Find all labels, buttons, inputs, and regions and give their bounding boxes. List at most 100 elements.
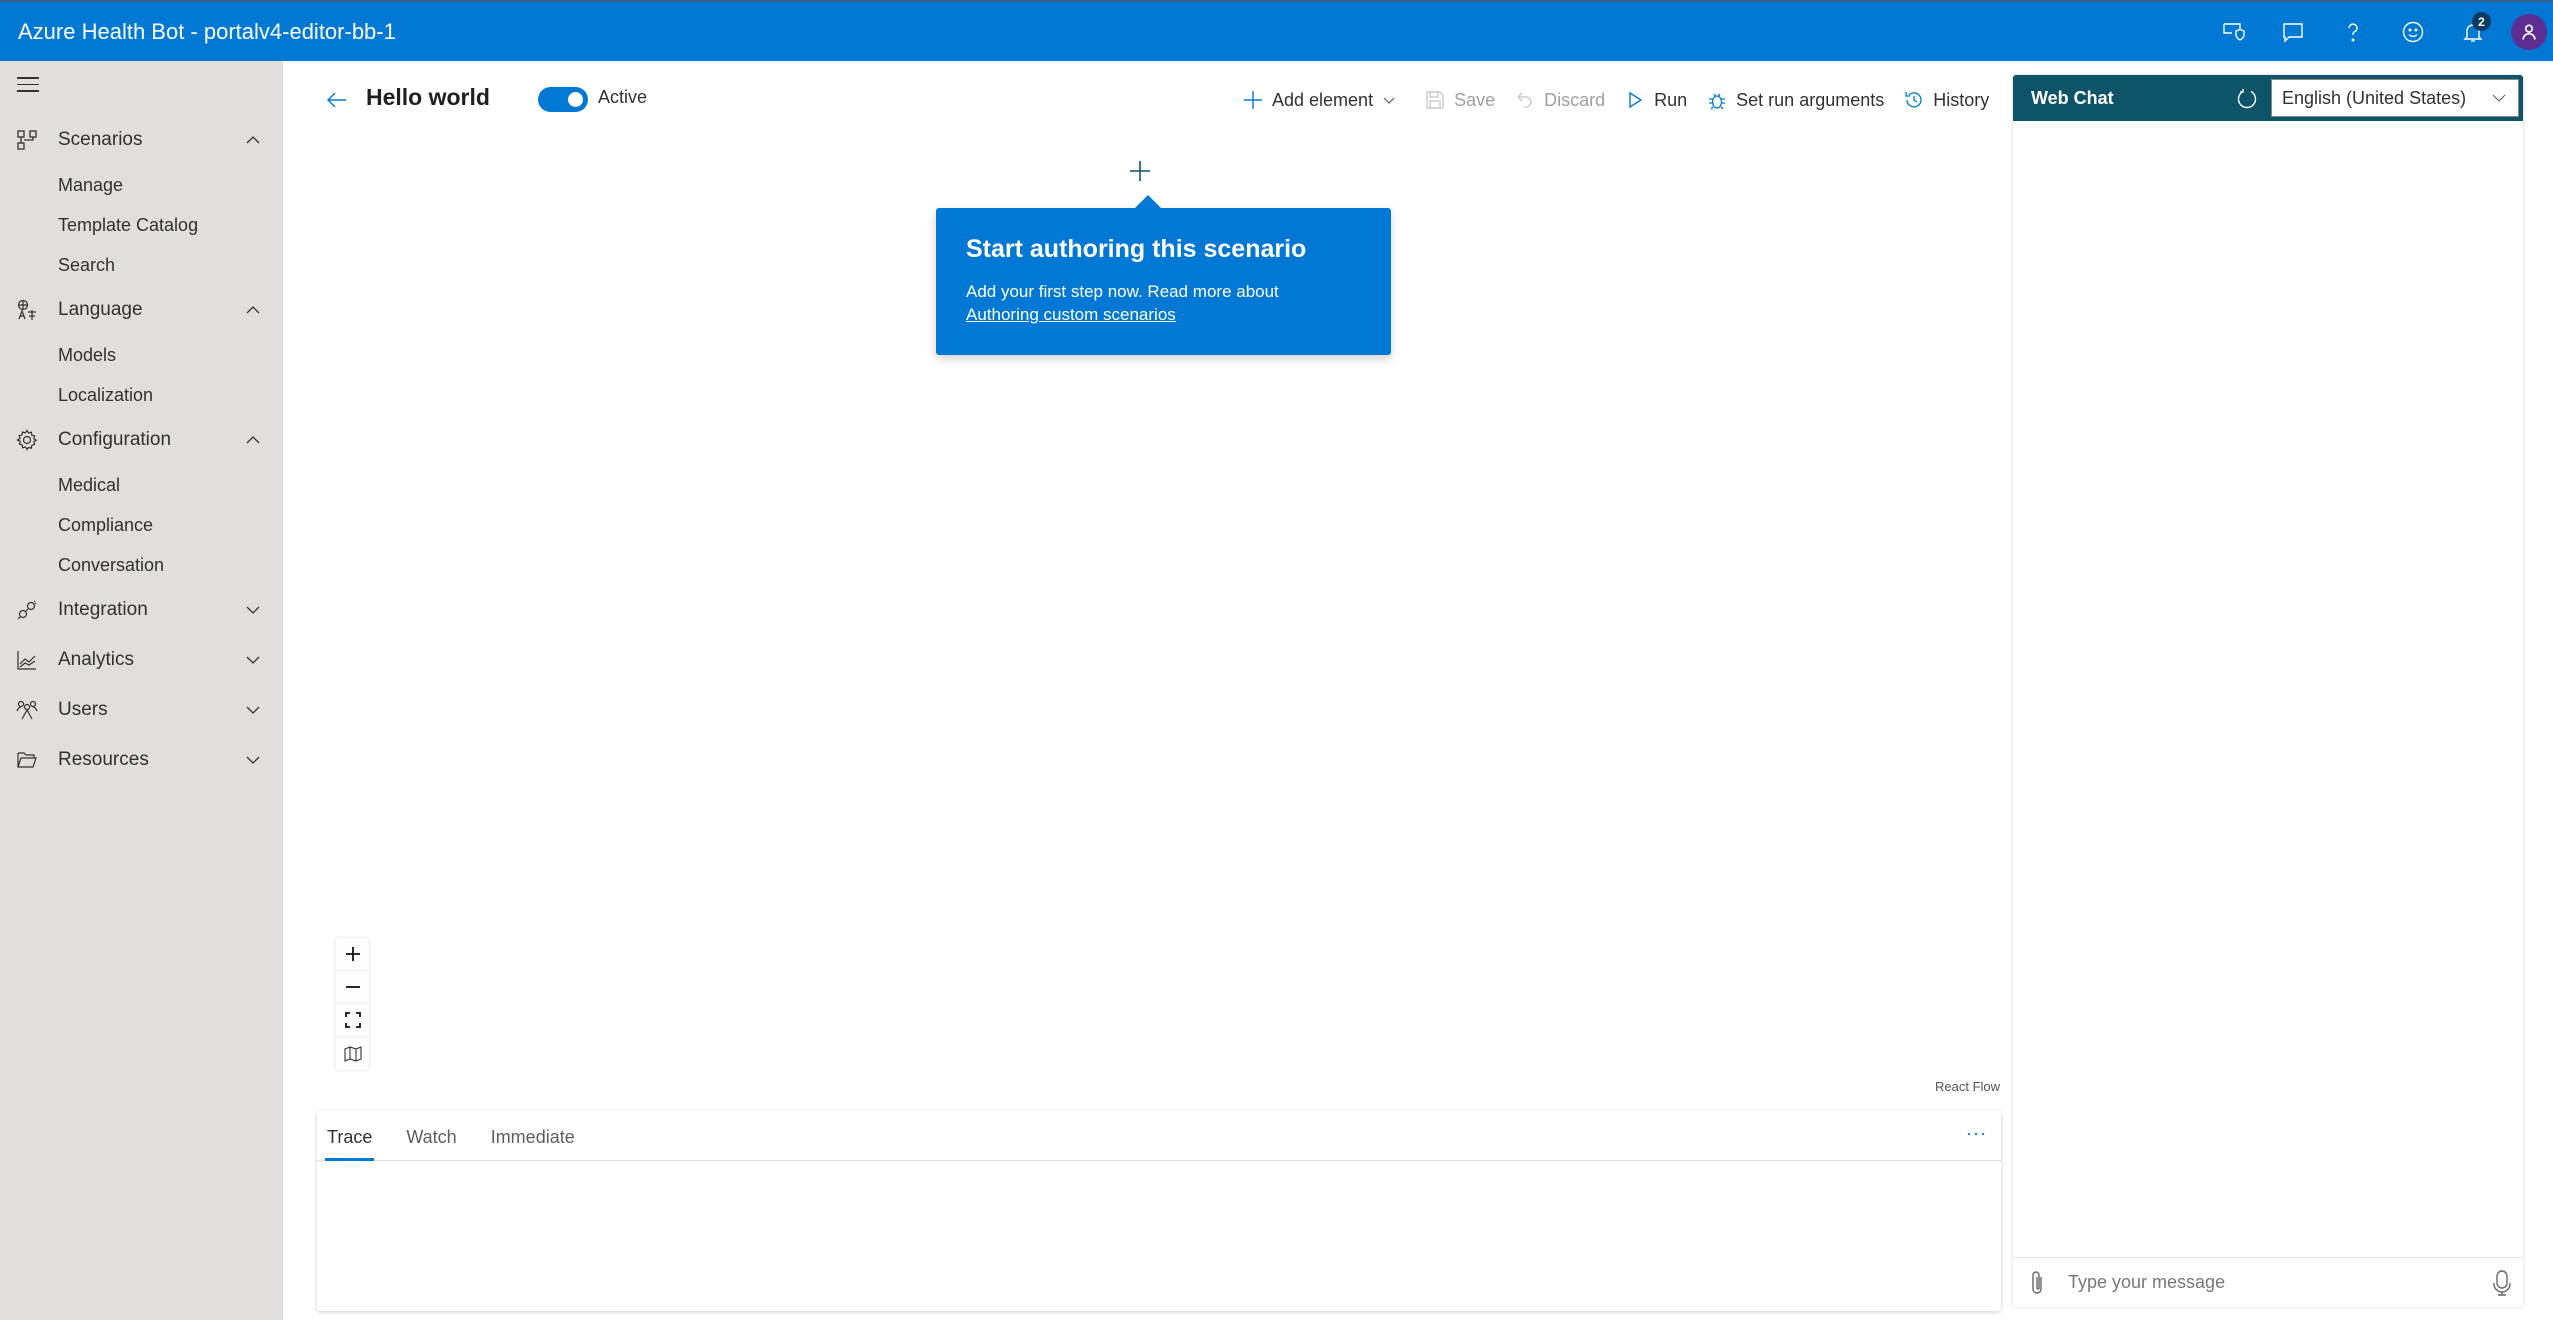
smiley-icon bbox=[2402, 21, 2424, 42]
sidebar-group-language[interactable]: Language bbox=[0, 285, 283, 335]
chevron-down-icon bbox=[2492, 94, 2506, 102]
chevron-up-icon[interactable] bbox=[244, 301, 262, 319]
sidebar-item-models[interactable]: Models bbox=[0, 335, 283, 375]
react-flow-attribution[interactable]: React Flow bbox=[1935, 1079, 2000, 1094]
sidebar-group-label: Users bbox=[58, 699, 108, 720]
web-chat-input-bar bbox=[2013, 1257, 2523, 1307]
shield-chat-button[interactable] bbox=[2203, 2, 2263, 61]
app-title: Azure Health Bot - portalv4-editor-bb-1 bbox=[18, 18, 396, 44]
sidebar-item-search[interactable]: Search bbox=[0, 245, 283, 285]
discard-label: Discard bbox=[1544, 89, 1606, 110]
fit-view-button[interactable] bbox=[336, 1004, 369, 1037]
add-element-button[interactable]: Add element bbox=[1243, 90, 1405, 111]
sidebar-group-configuration[interactable]: Configuration bbox=[0, 415, 283, 465]
help-button[interactable] bbox=[2323, 2, 2383, 61]
sidebar-group-label: Analytics bbox=[58, 649, 135, 670]
run-label: Run bbox=[1654, 89, 1688, 110]
discard-button[interactable]: Discard bbox=[1515, 90, 1605, 111]
history-icon bbox=[1905, 92, 1922, 108]
more-options-button[interactable]: ··· bbox=[1966, 1123, 1987, 1144]
teaching-bubble-text: Add your first step now. Read more about bbox=[966, 282, 1279, 301]
authoring-custom-scenarios-link[interactable]: Authoring custom scenarios bbox=[966, 305, 1176, 324]
chevron-up-icon[interactable] bbox=[244, 131, 262, 149]
person-icon bbox=[2522, 24, 2536, 40]
sidebar-group-label: Resources bbox=[58, 749, 149, 770]
language-icon bbox=[17, 299, 36, 320]
zoom-in-button[interactable] bbox=[336, 938, 369, 971]
menu-line bbox=[17, 90, 39, 92]
sidebar-group-resources[interactable]: Resources bbox=[0, 735, 283, 785]
chevron-up-icon[interactable] bbox=[244, 431, 262, 449]
sidebar-group-users[interactable]: Users bbox=[0, 685, 283, 735]
menu-line bbox=[17, 83, 39, 85]
paperclip-icon[interactable] bbox=[2026, 1270, 2048, 1296]
command-bar: Add element Save Discard Run Set run arg… bbox=[1243, 85, 2009, 115]
zoom-out-button[interactable] bbox=[336, 971, 369, 1004]
teaching-bubble: Start authoring this scenario Add your f… bbox=[936, 195, 1391, 355]
undo-icon bbox=[1517, 92, 1532, 108]
language-value: English (United States) bbox=[2282, 87, 2467, 108]
chevron-down-icon[interactable] bbox=[244, 751, 262, 769]
feedback-button[interactable] bbox=[2263, 2, 2323, 61]
smiley-button[interactable] bbox=[2383, 2, 2443, 61]
teaching-bubble-title: Start authoring this scenario bbox=[966, 235, 1307, 263]
sidebar-item-localization[interactable]: Localization bbox=[0, 375, 283, 415]
set-run-arguments-label: Set run arguments bbox=[1736, 89, 1885, 110]
language-dropdown[interactable]: English (United States) bbox=[2271, 79, 2519, 117]
microphone-icon[interactable] bbox=[2491, 1269, 2513, 1297]
back-arrow-icon[interactable] bbox=[325, 88, 349, 112]
web-chat-panel: Web Chat English (United States) bbox=[2013, 75, 2523, 1307]
plus-icon bbox=[345, 947, 360, 961]
run-button[interactable]: Run bbox=[1625, 90, 1687, 111]
hamburger-menu-button[interactable] bbox=[17, 77, 39, 95]
sidebar-group-analytics[interactable]: Analytics bbox=[0, 635, 283, 685]
active-toggle[interactable] bbox=[538, 87, 588, 112]
set-run-arguments-button[interactable]: Set run arguments bbox=[1707, 90, 1884, 111]
sidebar-item-template-catalog[interactable]: Template Catalog bbox=[0, 205, 283, 245]
save-label: Save bbox=[1454, 89, 1496, 110]
tab-trace[interactable]: Trace bbox=[324, 1127, 375, 1161]
map-icon bbox=[343, 1045, 362, 1062]
sidebar-item-conversation[interactable]: Conversation bbox=[0, 545, 283, 585]
sidebar-group-integration[interactable]: Integration bbox=[0, 585, 283, 635]
chevron-down-icon[interactable] bbox=[244, 601, 262, 619]
help-icon bbox=[2348, 22, 2358, 42]
sidebar-group-scenarios[interactable]: Scenarios bbox=[0, 115, 283, 165]
play-icon bbox=[1629, 91, 1643, 109]
debug-panel: Trace Watch Immediate ··· bbox=[317, 1111, 2001, 1311]
web-chat-header: Web Chat English (United States) bbox=[2013, 75, 2523, 121]
fit-view-icon bbox=[344, 1012, 361, 1028]
users-icon bbox=[16, 700, 38, 720]
sidebar-nav: Scenarios Manage Template Catalog Search… bbox=[0, 115, 283, 785]
sidebar-item-medical[interactable]: Medical bbox=[0, 465, 283, 505]
add-element-label: Add element bbox=[1272, 89, 1374, 110]
folder-icon bbox=[17, 752, 37, 768]
scenario-editor: Hello world Active Add element Save Disc… bbox=[283, 61, 2013, 1320]
tab-immediate[interactable]: Immediate bbox=[491, 1127, 575, 1160]
tab-watch[interactable]: Watch bbox=[406, 1127, 456, 1160]
sidebar-item-compliance[interactable]: Compliance bbox=[0, 505, 283, 545]
history-label: History bbox=[1933, 89, 1990, 110]
chevron-down-icon[interactable] bbox=[244, 701, 262, 719]
debug-tabs: Trace Watch Immediate ··· bbox=[317, 1111, 2001, 1161]
avatar[interactable] bbox=[2511, 13, 2547, 50]
teaching-bubble-body: Add your first step now. Read more about… bbox=[966, 280, 1361, 326]
chevron-down-icon[interactable] bbox=[244, 651, 262, 669]
save-button[interactable]: Save bbox=[1425, 90, 1495, 111]
sidebar-item-manage[interactable]: Manage bbox=[0, 165, 283, 205]
top-bar: Azure Health Bot - portalv4-editor-bb-1 bbox=[0, 0, 2553, 61]
refresh-icon[interactable] bbox=[2235, 87, 2259, 111]
gear-icon bbox=[16, 429, 38, 451]
feedback-icon bbox=[2283, 22, 2303, 43]
message-input[interactable] bbox=[2068, 1272, 2458, 1293]
notifications-button[interactable]: 2 bbox=[2443, 2, 2503, 61]
sidebar-group-label: Configuration bbox=[58, 429, 172, 450]
shield-chat-icon bbox=[2223, 22, 2245, 41]
notification-badge: 2 bbox=[2472, 12, 2491, 31]
sidebar-group-label: Language bbox=[58, 299, 143, 320]
add-first-step-icon[interactable] bbox=[1128, 159, 1152, 183]
chevron-down-icon bbox=[1383, 97, 1395, 104]
history-button[interactable]: History bbox=[1904, 90, 1989, 111]
minimap-button[interactable] bbox=[336, 1037, 369, 1070]
plus-icon bbox=[1244, 91, 1262, 109]
